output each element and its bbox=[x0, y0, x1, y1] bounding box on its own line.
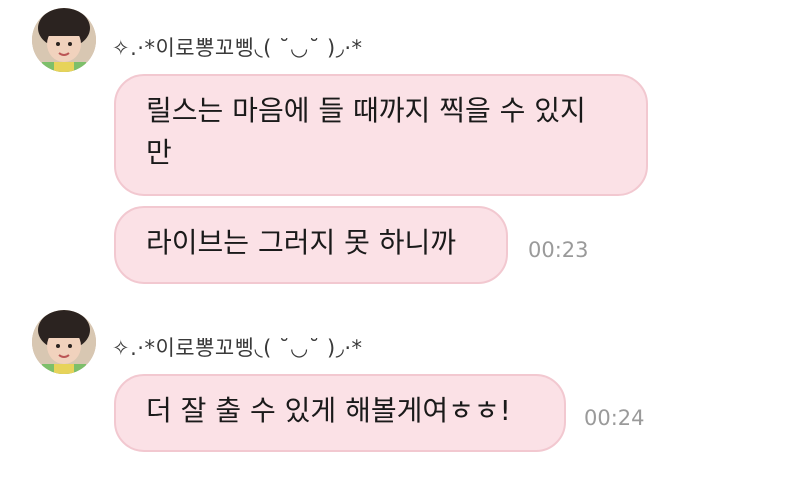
avatar-image bbox=[32, 310, 96, 374]
message-timestamp: 00:23 bbox=[528, 238, 589, 262]
message-bubble[interactable]: 라이브는 그러지 못 하니까 bbox=[114, 206, 508, 284]
sender-name: ✧.·*이로뽕꼬삥◟( ˘◡˘ )◞·* bbox=[112, 36, 363, 60]
chat-view: ✧.·*이로뽕꼬삥◟( ˘◡˘ )◞·* 릴스는 마음에 들 때까지 찍을 수 … bbox=[0, 0, 800, 480]
avatar-image bbox=[32, 8, 96, 72]
message-text: 라이브는 그러지 못 하니까 bbox=[146, 226, 457, 259]
sender-avatar[interactable] bbox=[32, 310, 96, 374]
sender-name: ✧.·*이로뽕꼬삥◟( ˘◡˘ )◞·* bbox=[112, 336, 363, 360]
message-timestamp: 00:24 bbox=[584, 406, 645, 430]
message-bubble[interactable]: 릴스는 마음에 들 때까지 찍을 수 있지 만 bbox=[114, 74, 648, 196]
sender-avatar[interactable] bbox=[32, 8, 96, 72]
message-bubble[interactable]: 더 잘 출 수 있게 해볼게여ㅎㅎ! bbox=[114, 374, 566, 452]
message-text-line: 릴스는 마음에 들 때까지 찍을 수 있지 bbox=[146, 94, 586, 127]
message-text: 더 잘 출 수 있게 해볼게여ㅎㅎ! bbox=[146, 394, 511, 427]
message-text-line: 만 bbox=[146, 136, 172, 169]
